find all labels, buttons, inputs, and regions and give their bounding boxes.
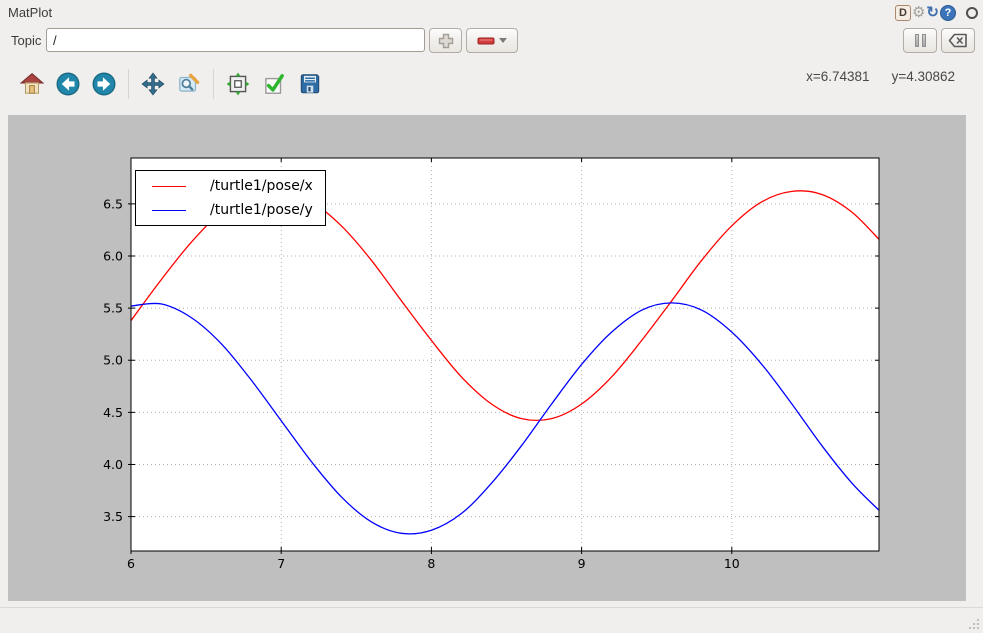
legend-line-sample — [152, 210, 186, 211]
reload-icon[interactable]: ↻ — [926, 5, 939, 21]
x-tick-label: 10 — [724, 556, 740, 571]
topic-label: Topic — [11, 33, 41, 48]
back-button[interactable] — [50, 67, 86, 101]
edit-parameters-button[interactable] — [256, 67, 292, 101]
x-tick-label: 9 — [578, 556, 586, 571]
titlebar-icon-row: D ⚙ ↻ ? — [895, 4, 978, 22]
y-tick-label: 4.5 — [103, 405, 123, 420]
status-bar — [0, 601, 983, 633]
back-icon — [55, 71, 81, 97]
topic-bar-right-buttons — [903, 28, 975, 53]
y-tick-label: 4.0 — [103, 457, 123, 472]
home-button[interactable] — [14, 67, 50, 101]
x-tick-label: 8 — [427, 556, 435, 571]
dock-icon[interactable]: D — [895, 5, 911, 21]
plot-legend: /turtle1/pose/x /turtle1/pose/y — [135, 170, 326, 226]
pan-button[interactable] — [135, 67, 171, 101]
x-tick-label: 7 — [277, 556, 285, 571]
page-title: MatPlot — [8, 5, 52, 20]
size-grip[interactable] — [966, 616, 979, 629]
zoom-rect-icon — [176, 71, 202, 97]
y-tick-label: 6.0 — [103, 248, 123, 263]
legend-label: /turtle1/pose/y — [210, 202, 313, 218]
pause-icon — [915, 34, 926, 47]
zoom-rect-button[interactable] — [171, 67, 207, 101]
forward-button[interactable] — [86, 67, 122, 101]
plugin-titlebar: MatPlot D ⚙ ↻ ? — [0, 0, 983, 26]
mpl-toolbar: x=6.74381 y=4.30862 — [0, 56, 983, 115]
y-tick-label: 6.5 — [103, 196, 123, 211]
y-tick-label: 5.5 — [103, 301, 123, 316]
checkmark-icon — [261, 71, 287, 97]
y-tick-label: 3.5 — [103, 509, 123, 524]
remove-topic-button[interactable] — [466, 28, 518, 53]
add-topic-button[interactable] — [429, 28, 462, 53]
topic-bar: Topic — [0, 26, 983, 56]
help-icon[interactable]: ? — [940, 5, 956, 21]
status-bar-divider — [0, 607, 983, 608]
pause-button[interactable] — [903, 28, 937, 53]
figure-canvas: 6 7 8 9 10 3.5 4.0 4.5 5.0 5.5 6.0 6.5 /turtle1/pos… — [8, 115, 966, 601]
toolbar-separator — [128, 69, 129, 99]
legend-entry: /turtle1/pose/x — [152, 178, 313, 194]
cursor-y-value: y=4.30862 — [892, 69, 955, 84]
backspace-icon — [948, 33, 968, 48]
clear-button[interactable] — [941, 28, 975, 53]
mpl-icon-row — [14, 67, 328, 101]
legend-entry: /turtle1/pose/y — [152, 202, 313, 218]
forward-icon — [91, 71, 117, 97]
cursor-x-value: x=6.74381 — [806, 69, 869, 84]
toolbar-separator — [213, 69, 214, 99]
x-tick-label: 6 — [127, 556, 135, 571]
remove-topic-dropdown-arrow[interactable] — [499, 38, 507, 43]
legend-label: /turtle1/pose/x — [210, 178, 313, 194]
close-icon[interactable] — [966, 7, 978, 19]
save-icon — [297, 71, 323, 97]
y-tick-label: 5.0 — [103, 353, 123, 368]
cursor-readout: x=6.74381 y=4.30862 — [806, 69, 955, 84]
save-button[interactable] — [292, 67, 328, 101]
gear-icon[interactable]: ⚙ — [912, 5, 925, 21]
home-icon — [19, 71, 45, 97]
configure-subplots-button[interactable] — [220, 67, 256, 101]
topic-input[interactable] — [46, 28, 425, 52]
plus-icon — [437, 32, 455, 50]
subplots-icon — [225, 71, 251, 97]
minus-icon — [477, 37, 495, 45]
pan-icon — [140, 71, 166, 97]
legend-line-sample — [152, 186, 186, 187]
